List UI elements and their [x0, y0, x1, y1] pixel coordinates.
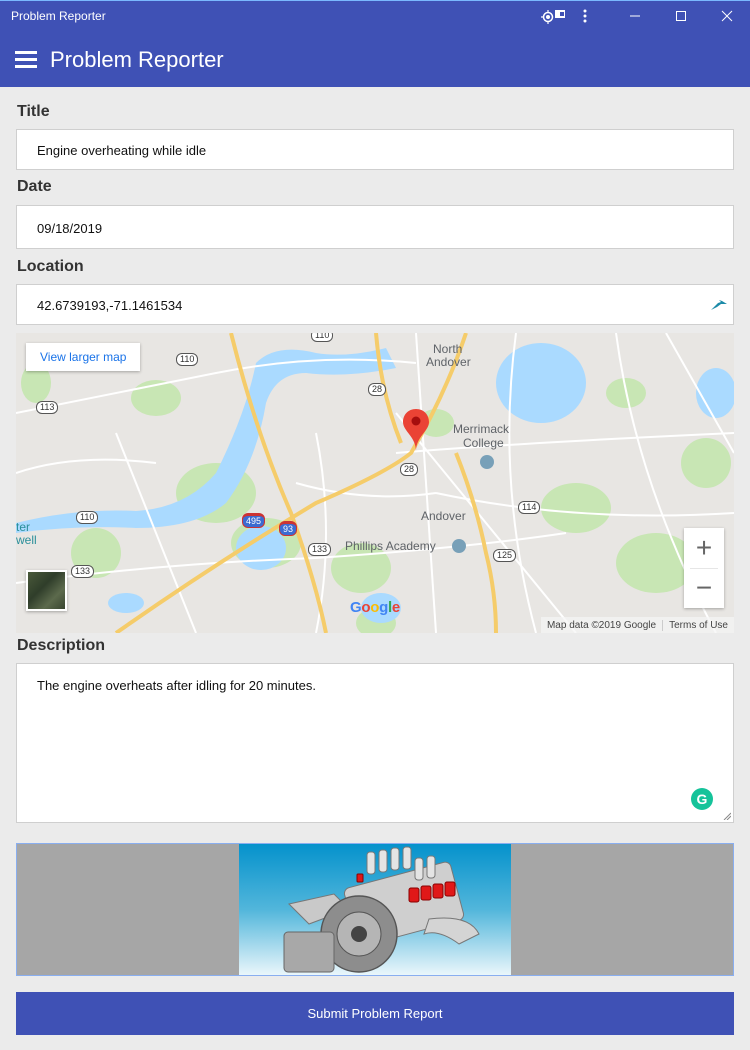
hamburger-menu-icon[interactable] [15, 51, 37, 69]
google-logo-letter: o [370, 599, 380, 616]
interstate-shield: 495 [242, 513, 266, 528]
route-shield: 133 [71, 565, 95, 578]
close-icon [721, 10, 733, 22]
route-shield: 110 [311, 333, 334, 342]
map-attribution: Map data ©2019 Google Terms of Use [540, 617, 734, 633]
location-input[interactable]: 42.6739193,-71.1461534 [16, 284, 734, 325]
place-label: Merrimack [453, 422, 509, 436]
close-button[interactable] [707, 1, 747, 31]
google-logo-letter: G [350, 599, 362, 616]
grammarly-icon[interactable]: G [691, 788, 713, 810]
more-vertical-icon[interactable] [575, 1, 595, 31]
place-label: Andover [421, 509, 466, 523]
maximize-button[interactable] [661, 1, 701, 31]
minimize-icon [630, 15, 640, 17]
date-label: Date [17, 178, 52, 195]
place-label: College [463, 436, 504, 450]
location-gazelle-icon[interactable] [709, 297, 729, 311]
zoom-out-button[interactable]: − [684, 568, 724, 608]
map-marker-icon[interactable] [403, 409, 429, 451]
route-shield: 125 [493, 549, 517, 562]
location-target-icon[interactable] [535, 1, 571, 31]
route-shield: 114 [518, 501, 541, 514]
google-logo-letter: g [379, 599, 388, 616]
description-value: The engine overheats after idling for 20… [37, 678, 316, 693]
date-input[interactable]: 09/18/2019 [16, 205, 734, 249]
route-shield: 28 [368, 383, 387, 396]
title-input-value: Engine overheating while idle [37, 143, 207, 158]
app-title: Problem Reporter [50, 47, 224, 72]
description-textarea[interactable]: The engine overheats after idling for 20… [16, 663, 734, 823]
zoom-separator [690, 568, 718, 569]
place-label: Andover [426, 355, 471, 369]
google-logo-letter: o [361, 599, 371, 616]
photo-attachment[interactable] [16, 843, 734, 976]
route-shield: 28 [400, 463, 419, 476]
title-label: Title [17, 103, 50, 120]
map-zoom-control: + − [684, 528, 724, 608]
maximize-icon [676, 11, 686, 21]
description-label: Description [17, 637, 106, 654]
minimize-button[interactable] [615, 1, 655, 31]
route-shield: 133 [308, 543, 332, 556]
satellite-view-thumbnail[interactable] [26, 570, 67, 611]
engine-photo [239, 844, 511, 975]
google-logo-letter: e [391, 599, 400, 616]
date-input-value: 09/18/2019 [37, 221, 103, 236]
interstate-shield: 93 [279, 521, 298, 536]
location-label: Location [17, 258, 84, 275]
resize-handle-icon[interactable] [723, 812, 731, 820]
app-bar: Problem Reporter [0, 31, 750, 87]
google-logo: Google [350, 599, 400, 616]
route-shield: 113 [36, 401, 59, 414]
window-title: Problem Reporter [11, 9, 106, 23]
place-label: well [16, 533, 37, 547]
route-shield: 110 [176, 353, 199, 366]
engine-illustration [283, 846, 480, 973]
terms-of-use-link[interactable]: Terms of Use [662, 619, 734, 631]
title-input[interactable]: Engine overheating while idle [16, 129, 734, 170]
map-tiles [16, 333, 734, 633]
university-icon [480, 455, 494, 469]
zoom-in-button[interactable]: + [684, 528, 724, 568]
school-icon [452, 539, 466, 553]
route-shield: 110 [76, 511, 99, 524]
place-label: Phillips Academy [345, 539, 436, 553]
map-data-text: Map data ©2019 Google [546, 619, 657, 631]
view-larger-map-link[interactable]: View larger map [26, 343, 141, 371]
location-map[interactable]: 110 110 113 28 28 110 114 133 133 125 49… [16, 333, 734, 633]
location-input-value: 42.6739193,-71.1461534 [37, 298, 183, 313]
window-titlebar: Problem Reporter [0, 0, 750, 31]
submit-report-button[interactable]: Submit Problem Report [16, 992, 734, 1035]
